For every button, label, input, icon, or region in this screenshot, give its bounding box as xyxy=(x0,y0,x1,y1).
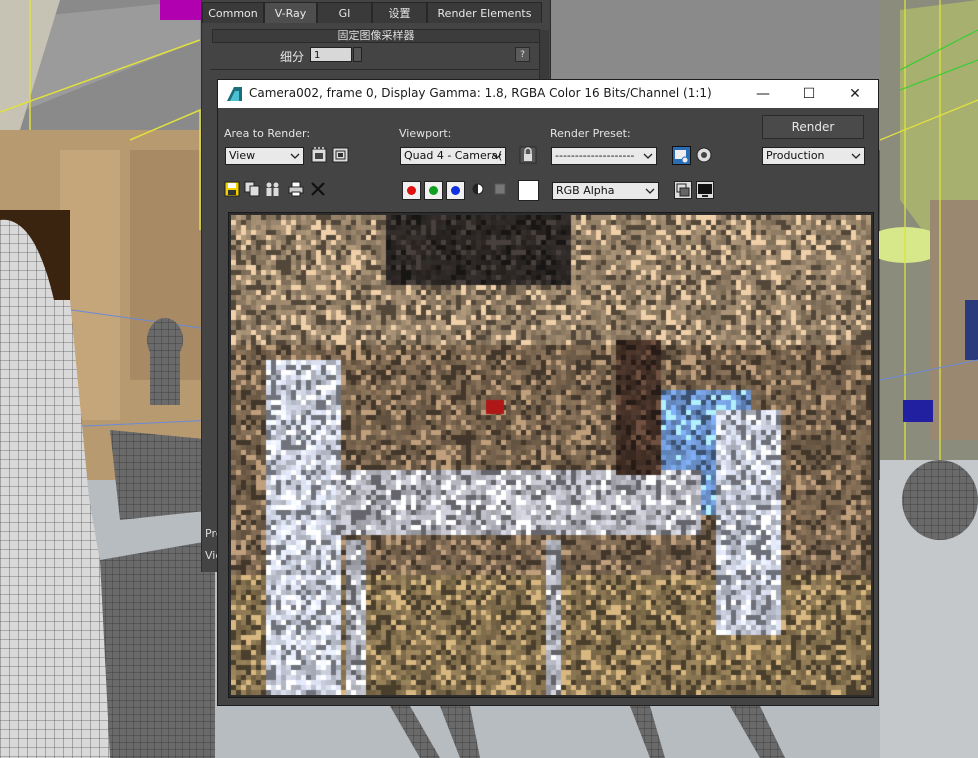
color-swatch[interactable] xyxy=(518,180,539,201)
clear-icon[interactable] xyxy=(310,181,326,197)
render-output-frame xyxy=(228,212,874,698)
print-icon[interactable] xyxy=(288,181,304,197)
frame-buffer-titlebar[interactable]: Camera002, frame 0, Display Gamma: 1.8, … xyxy=(218,80,878,108)
subdivs-input[interactable]: 1 xyxy=(310,47,352,62)
minimize-button[interactable]: — xyxy=(740,80,786,108)
lock-icon[interactable] xyxy=(519,146,537,164)
tab-gi[interactable]: GI xyxy=(317,2,372,23)
monitor-icon[interactable] xyxy=(696,181,714,199)
channel-value: RGB Alpha xyxy=(556,184,615,197)
clone-icon[interactable] xyxy=(265,181,281,197)
auto-region-icon[interactable] xyxy=(332,146,350,164)
render-preset-label: Render Preset: xyxy=(550,127,631,140)
tab-vray[interactable]: V-Ray xyxy=(264,2,317,23)
help-button[interactable]: ? xyxy=(515,47,530,62)
red-channel-icon xyxy=(407,186,416,195)
rollout-divider xyxy=(210,69,540,70)
subdivs-label: 细分 xyxy=(280,50,305,64)
teapot-icon[interactable] xyxy=(695,146,713,164)
area-to-render-select[interactable]: View xyxy=(225,147,304,165)
channel-select[interactable]: RGB Alpha xyxy=(552,182,659,200)
area-to-render-label: Area to Render: xyxy=(224,127,311,140)
chevron-down-icon xyxy=(645,188,655,194)
maximize-button[interactable]: ☐ xyxy=(786,80,832,108)
save-icon[interactable] xyxy=(224,181,240,197)
render-setup-tabs: Common V-Ray GI 设置 Render Elements xyxy=(202,2,550,24)
tab-settings[interactable]: 设置 xyxy=(372,2,427,23)
preset-icon[interactable] xyxy=(672,146,691,165)
rendered-image[interactable] xyxy=(231,215,871,695)
tab-render-elements[interactable]: Render Elements xyxy=(427,2,542,23)
chevron-down-icon xyxy=(643,153,653,159)
monochrome-icon[interactable] xyxy=(492,181,508,197)
area-to-render-value: View xyxy=(229,149,256,162)
frame-buffer-window: Camera002, frame 0, Display Gamma: 1.8, … xyxy=(217,79,879,706)
tab-common[interactable]: Common xyxy=(202,2,264,23)
display-alpha-icon[interactable] xyxy=(470,181,486,197)
region-select-icon[interactable] xyxy=(311,146,329,164)
close-button[interactable]: ✕ xyxy=(832,80,878,108)
viewport-value: Quad 4 - Camera( xyxy=(404,149,503,162)
chevron-down-icon xyxy=(851,153,861,159)
viewport-label: Viewport: xyxy=(399,127,452,140)
render-button[interactable]: Render xyxy=(762,115,864,139)
blue-channel-toggle[interactable] xyxy=(446,181,465,200)
production-value: Production xyxy=(766,149,825,162)
viewport-select[interactable]: Quad 4 - Camera( xyxy=(400,147,506,165)
render-preset-value: -------------------- xyxy=(555,149,635,162)
chevron-down-icon xyxy=(290,153,300,159)
production-select[interactable]: Production xyxy=(762,147,865,165)
window-title: Camera002, frame 0, Display Gamma: 1.8, … xyxy=(249,86,712,100)
rollout-title[interactable]: 固定图像采样器 xyxy=(212,29,540,43)
subdivs-spinner[interactable] xyxy=(353,47,362,62)
copy-icon[interactable] xyxy=(244,181,260,197)
red-channel-toggle[interactable] xyxy=(402,181,421,200)
chevron-down-icon xyxy=(492,153,502,159)
green-channel-icon xyxy=(429,186,438,195)
3dsmax-app-icon xyxy=(227,87,242,101)
blue-channel-icon xyxy=(451,186,460,195)
green-channel-toggle[interactable] xyxy=(424,181,443,200)
display-toggle-icon[interactable] xyxy=(674,181,692,199)
render-preset-select[interactable]: -------------------- xyxy=(551,147,657,165)
